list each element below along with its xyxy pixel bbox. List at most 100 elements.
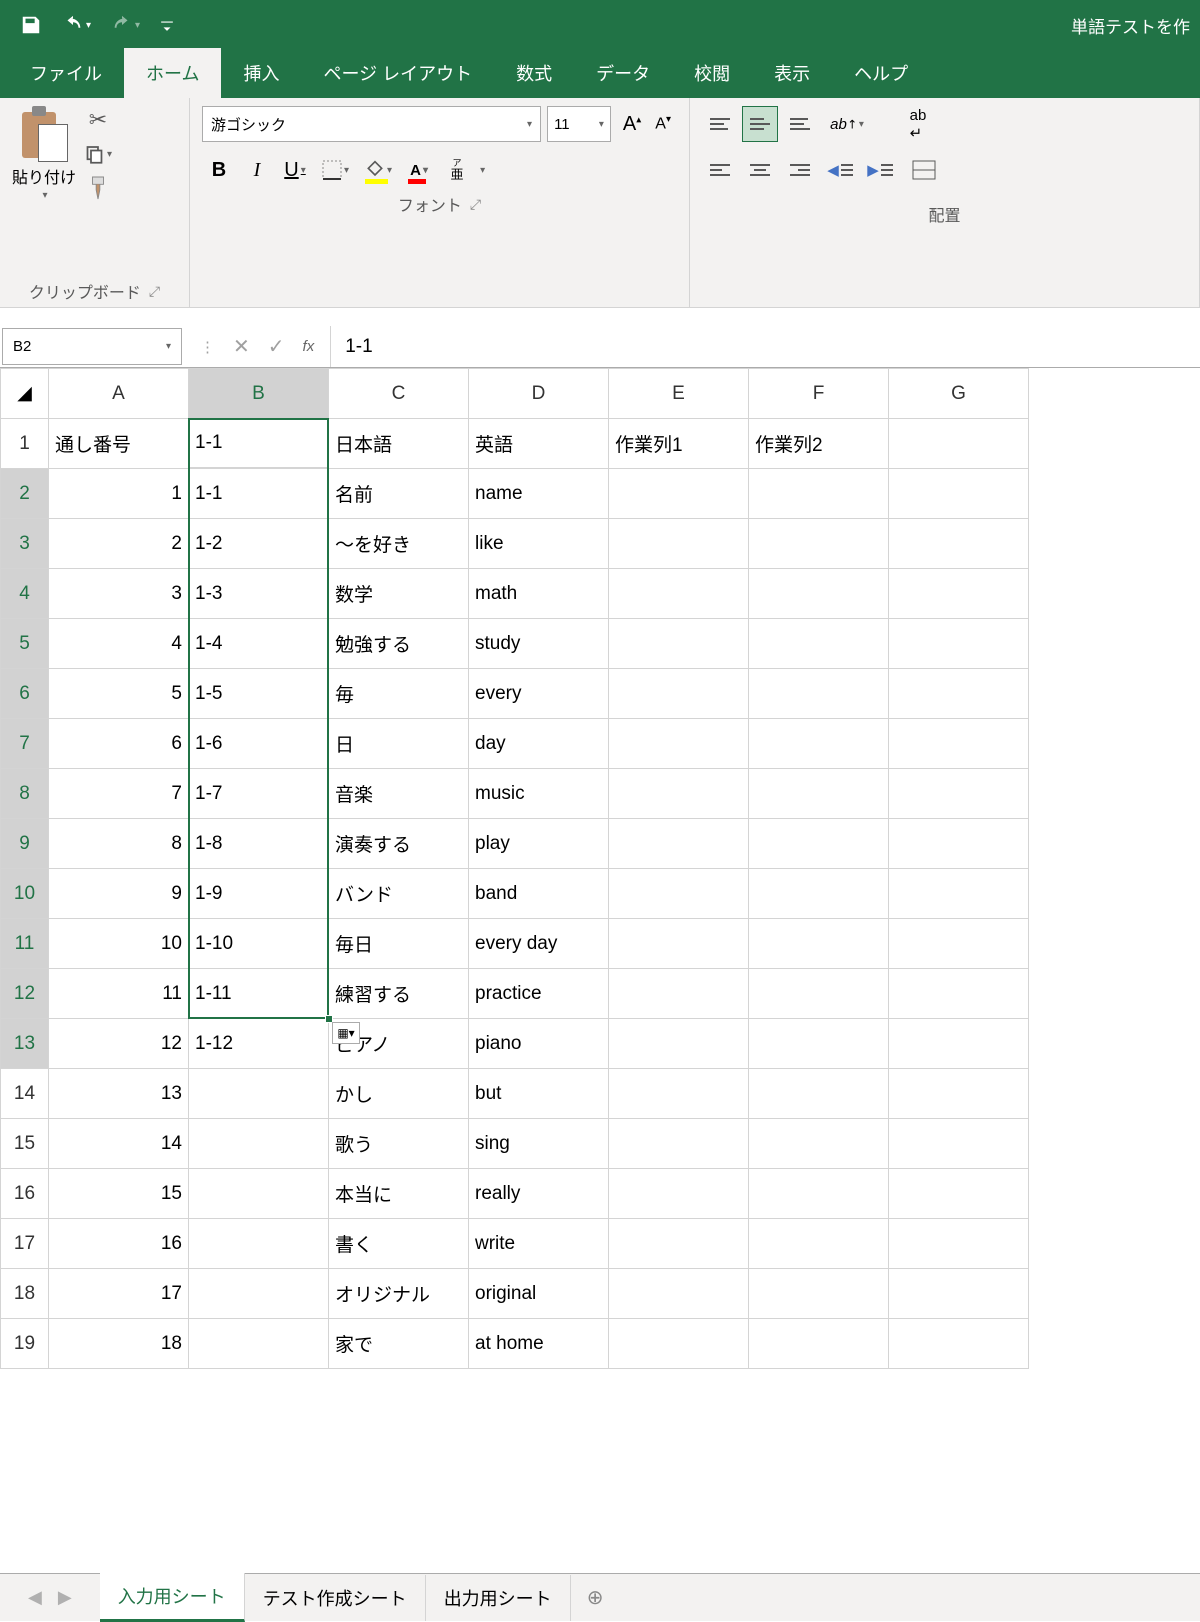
cell-G19[interactable] <box>889 1319 1029 1369</box>
align-middle-button[interactable] <box>742 106 778 142</box>
cell-A13[interactable]: 12 <box>49 1019 189 1069</box>
cell-B12[interactable]: 1-11 <box>189 969 329 1019</box>
cell-E18[interactable] <box>609 1269 749 1319</box>
row-header-19[interactable]: 19 <box>1 1319 49 1369</box>
cell-F12[interactable] <box>749 969 889 1019</box>
cell-F7[interactable] <box>749 719 889 769</box>
italic-button[interactable]: I <box>240 152 274 188</box>
align-bottom-button[interactable] <box>782 106 818 142</box>
cell-D9[interactable]: play <box>469 819 609 869</box>
row-header-10[interactable]: 10 <box>1 869 49 919</box>
save-button[interactable] <box>10 8 52 42</box>
borders-button[interactable]: ▾ <box>316 152 355 188</box>
tab-review[interactable]: 校閲 <box>672 48 752 98</box>
cell-C16[interactable]: 本当に <box>329 1169 469 1219</box>
tab-file[interactable]: ファイル <box>8 48 124 98</box>
phonetic-button[interactable]: ア亜 <box>440 152 474 188</box>
align-center-button[interactable] <box>742 152 778 188</box>
cell-G5[interactable] <box>889 619 1029 669</box>
cell-A15[interactable]: 14 <box>49 1119 189 1169</box>
row-header-8[interactable]: 8 <box>1 769 49 819</box>
tab-help[interactable]: ヘルプ <box>832 48 930 98</box>
cell-F6[interactable] <box>749 669 889 719</box>
spreadsheet-grid[interactable]: ◢ A B C D E F G 1通し番号章日本語英語作業列1作業列2211-1… <box>0 368 1200 1568</box>
bold-button[interactable]: B <box>202 152 236 188</box>
cell-A18[interactable]: 17 <box>49 1269 189 1319</box>
row-header-2[interactable]: 2 <box>1 469 49 519</box>
col-header-C[interactable]: C <box>329 369 469 419</box>
cell-D1[interactable]: 英語 <box>469 419 609 469</box>
row-header-17[interactable]: 17 <box>1 1219 49 1269</box>
fx-icon[interactable]: fx <box>303 338 315 355</box>
paste-button[interactable]: 貼り付け <box>12 164 76 188</box>
cell-B17[interactable] <box>189 1219 329 1269</box>
col-header-F[interactable]: F <box>749 369 889 419</box>
sheet-tab-output[interactable]: 出力用シート <box>426 1575 571 1621</box>
formula-input[interactable]: 1-1 <box>331 326 1200 367</box>
cell-C8[interactable]: 音楽 <box>329 769 469 819</box>
tab-formulas[interactable]: 数式 <box>494 48 574 98</box>
cell-D18[interactable]: original <box>469 1269 609 1319</box>
cell-G10[interactable] <box>889 869 1029 919</box>
select-all-corner[interactable]: ◢ <box>1 369 49 419</box>
font-name-select[interactable]: 游ゴシック▾ <box>202 106 541 142</box>
cell-A9[interactable]: 8 <box>49 819 189 869</box>
cell-E2[interactable] <box>609 469 749 519</box>
cell-A17[interactable]: 16 <box>49 1219 189 1269</box>
cell-C6[interactable]: 毎 <box>329 669 469 719</box>
cell-D17[interactable]: write <box>469 1219 609 1269</box>
cell-D4[interactable]: math <box>469 569 609 619</box>
grow-font-button[interactable]: A▴ <box>617 109 647 140</box>
underline-button[interactable]: U▾ <box>278 152 312 188</box>
row-header-5[interactable]: 5 <box>1 619 49 669</box>
cell-B14[interactable] <box>189 1069 329 1119</box>
cell-G12[interactable] <box>889 969 1029 1019</box>
cell-B19[interactable] <box>189 1319 329 1369</box>
cell-F16[interactable] <box>749 1169 889 1219</box>
cell-C17[interactable]: 書く <box>329 1219 469 1269</box>
cell-E3[interactable] <box>609 519 749 569</box>
cell-A7[interactable]: 6 <box>49 719 189 769</box>
tab-insert[interactable]: 挿入 <box>221 48 301 98</box>
cell-B11[interactable]: 1-10 <box>189 919 329 969</box>
row-header-13[interactable]: 13 <box>1 1019 49 1069</box>
cell-C5[interactable]: 勉強する <box>329 619 469 669</box>
cell-A14[interactable]: 13 <box>49 1069 189 1119</box>
tab-page-layout[interactable]: ページ レイアウト <box>301 48 494 98</box>
cell-D19[interactable]: at home <box>469 1319 609 1369</box>
col-header-G[interactable]: G <box>889 369 1029 419</box>
cell-C2[interactable]: 名前 <box>329 469 469 519</box>
cell-A8[interactable]: 7 <box>49 769 189 819</box>
cell-E5[interactable] <box>609 619 749 669</box>
cell-C4[interactable]: 数学 <box>329 569 469 619</box>
add-sheet-button[interactable]: ⊕ <box>571 1585 620 1610</box>
sheet-tab-input[interactable]: 入力用シート <box>100 1573 245 1622</box>
cell-F2[interactable] <box>749 469 889 519</box>
col-header-D[interactable]: D <box>469 369 609 419</box>
copy-icon[interactable]: ▾ <box>84 140 112 168</box>
cell-F9[interactable] <box>749 819 889 869</box>
row-header-14[interactable]: 14 <box>1 1069 49 1119</box>
row-header-3[interactable]: 3 <box>1 519 49 569</box>
cell-G9[interactable] <box>889 819 1029 869</box>
cell-B9[interactable]: 1-8 <box>189 819 329 869</box>
cell-D16[interactable]: really <box>469 1169 609 1219</box>
col-header-B[interactable]: B <box>189 369 329 419</box>
row-header-12[interactable]: 12 <box>1 969 49 1019</box>
cell-A1[interactable]: 通し番号 <box>49 419 189 469</box>
cell-G2[interactable] <box>889 469 1029 519</box>
cell-D15[interactable]: sing <box>469 1119 609 1169</box>
cell-G6[interactable] <box>889 669 1029 719</box>
cell-C7[interactable]: 日 <box>329 719 469 769</box>
cell-E4[interactable] <box>609 569 749 619</box>
clipboard-launcher-icon[interactable]: ⤢ <box>149 283 160 300</box>
cell-A11[interactable]: 10 <box>49 919 189 969</box>
cell-G16[interactable] <box>889 1169 1029 1219</box>
cell-D2[interactable]: name <box>469 469 609 519</box>
cell-C12[interactable]: 練習する <box>329 969 469 1019</box>
paste-icon[interactable] <box>20 106 68 162</box>
cell-E14[interactable] <box>609 1069 749 1119</box>
sheet-nav-next[interactable]: ▶ <box>50 1587 80 1608</box>
decrease-indent-button[interactable]: ◀ <box>822 152 858 188</box>
cell-B4[interactable]: 1-3 <box>189 569 329 619</box>
